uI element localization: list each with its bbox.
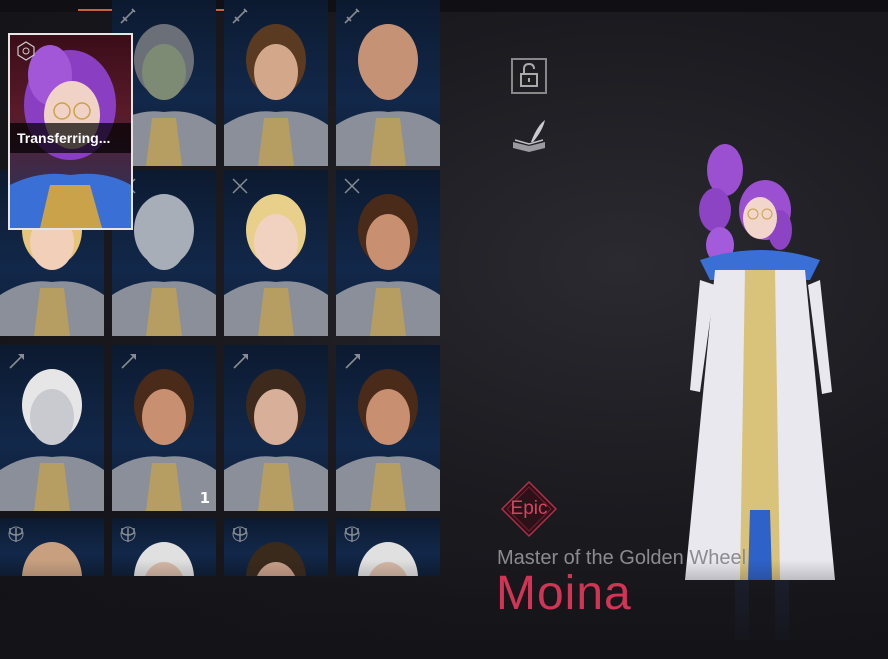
grade-badge: Epic <box>500 480 558 538</box>
crossed-swords-icon <box>344 178 360 194</box>
trident-icon <box>232 526 248 542</box>
character-name: Moina <box>496 567 632 620</box>
class-emblem-icon <box>17 41 35 61</box>
trident-icon <box>344 526 360 542</box>
staff-icon <box>233 354 248 369</box>
character-card[interactable] <box>336 345 440 511</box>
character-card[interactable] <box>0 345 104 511</box>
transfer-status-label: Transferring... <box>10 123 131 153</box>
lock-toggle-button[interactable] <box>511 58 547 94</box>
staff-icon <box>345 354 360 369</box>
trident-icon <box>120 526 136 542</box>
character-card[interactable] <box>224 345 328 511</box>
sword-icon <box>232 8 248 24</box>
floor-gradient <box>0 560 888 659</box>
staff-icon <box>121 354 136 369</box>
trident-icon <box>8 526 24 542</box>
book-quill-icon <box>513 120 545 152</box>
crossed-swords-icon <box>232 178 248 194</box>
sword-icon <box>120 8 136 24</box>
unlock-icon <box>520 62 538 87</box>
selected-character-card[interactable]: Transferring... <box>8 33 133 230</box>
collection-book-button[interactable] <box>509 116 549 156</box>
staff-icon <box>9 354 24 369</box>
grade-label: Epic <box>510 498 548 519</box>
card-count-badge: 1 <box>199 489 210 507</box>
sword-icon <box>344 8 360 24</box>
character-card[interactable] <box>336 170 440 336</box>
character-card[interactable] <box>336 0 440 166</box>
character-card[interactable] <box>224 0 328 166</box>
character-card[interactable] <box>224 170 328 336</box>
character-card[interactable]: 1 <box>112 345 216 511</box>
